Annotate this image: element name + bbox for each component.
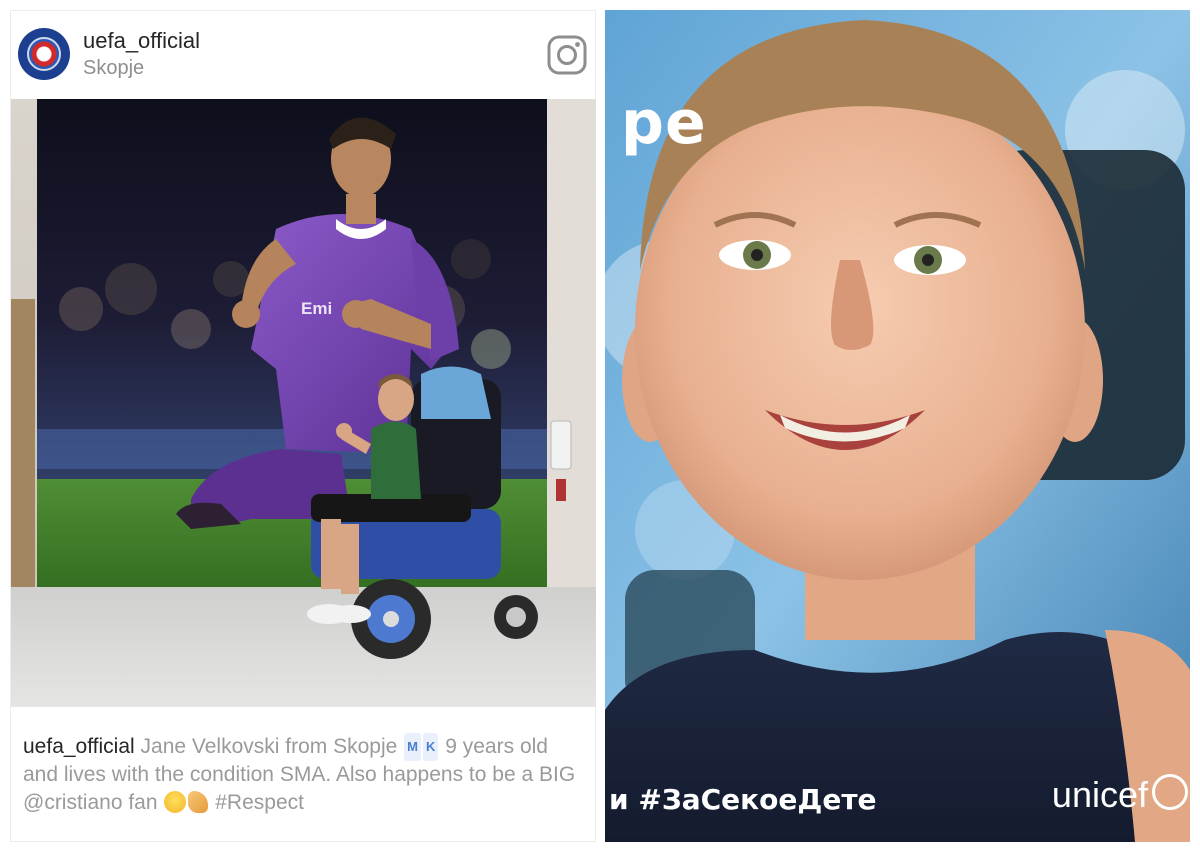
flexed-biceps-emoji-icon [188,791,209,814]
unicef-globe-icon [1152,774,1188,810]
caption-hashtag[interactable]: #Respect [209,791,304,814]
post-header: uefa_official Skopje [11,11,595,99]
poster-hashtag: и #ЗаСекоеДете [609,783,877,816]
avatar[interactable] [18,28,70,80]
campaign-poster: pe и #ЗаСекоеДете unicef [605,10,1190,842]
svg-text:Emi: Emi [301,299,332,318]
wall-socket [550,420,572,470]
flag-letter-k: K [423,733,439,762]
instagram-post-card: uefa_official Skopje Emi uefa_official J… [10,10,596,842]
post-photo[interactable]: Emi [11,99,596,707]
post-username[interactable]: uefa_official [83,28,200,54]
unicef-wordmark: unicef [1051,774,1148,815]
post-caption: uefa_official Jane Velkovski from Skopje… [23,733,583,817]
flag-letter-m: M [404,733,422,762]
caption-text-part-1: Jane Velkovski from Skopje [134,735,404,758]
door-frame [11,299,35,589]
grinning-sweat-emoji-icon [164,791,187,814]
instagram-icon[interactable] [547,35,587,75]
caption-username[interactable]: uefa_official [23,735,135,758]
post-location[interactable]: Skopje [83,57,144,80]
poster-headline-fragment: pe [621,88,707,158]
uefa-logo-icon [27,37,61,71]
